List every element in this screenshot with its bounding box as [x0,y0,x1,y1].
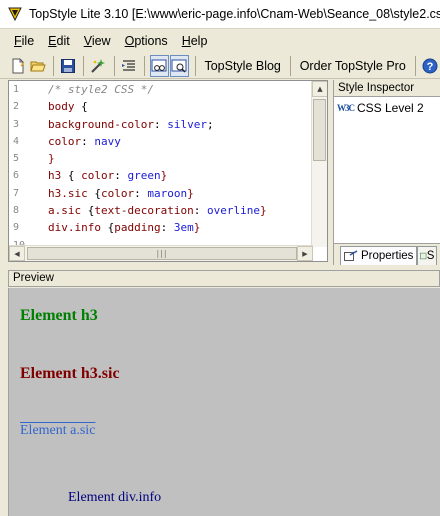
menu-options-rest: ptions [134,34,168,48]
inspector-tabs: Properties S [334,243,440,265]
line-number: 7 [13,187,20,199]
preview-link-asic[interactable]: Element a.sic [20,423,95,439]
split-preview-button[interactable] [169,54,189,77]
menu-help-accel: H [181,34,191,48]
line-number: 1 [13,84,20,95]
toolbar-separator [113,55,115,76]
code-line[interactable]: /* style2 CSS */ [48,81,312,98]
scroll-up-arrow-icon[interactable]: ▲ [312,81,327,97]
toolbar-separator [194,55,196,76]
menu-bar: File Edit View Options Help [0,30,440,52]
w3c-icon: W3C [337,103,355,113]
css-editor[interactable]: 1 2 3 4 5 6 7 8 9 10 /* style2 CSS */ bo… [8,80,328,262]
line-number: 4 [13,135,20,147]
line-number: 9 [13,222,20,234]
indent-button[interactable] [120,55,139,77]
menu-view[interactable]: View [84,34,111,48]
vertical-scroll-thumb[interactable] [313,99,326,161]
line-number: 6 [13,170,20,182]
scroll-right-arrow-icon[interactable]: ▶ [297,246,313,261]
code-line[interactable]: h3.sic {color: maroon} [48,185,312,202]
menu-options-accel: O [124,34,135,48]
help-button[interactable]: ? [421,55,440,77]
tab-properties[interactable]: Properties [340,246,418,265]
menu-edit-rest: dit [56,34,70,48]
window-title: TopStyle Lite 3.10 [E:\www\eric-page.inf… [29,7,440,21]
new-file-icon [12,58,24,73]
open-folder-button[interactable] [29,55,48,77]
style-inspector-panel: Style Inspector W3C CSS Level 2 Properti… [333,80,440,265]
toolbar-separator [83,55,85,76]
magic-wand-icon [91,58,106,73]
toolbar-separator [53,55,54,76]
code-line[interactable]: h3 { color: green} [48,167,312,184]
toolbar-separator [144,55,145,76]
tab-second[interactable]: S [417,246,438,265]
menu-help-rest: elp [190,34,208,48]
preview-h3: Element h3 [20,307,98,324]
editor-vertical-scrollbar[interactable]: ▲ [311,81,327,247]
save-icon [61,58,76,73]
menu-edit[interactable]: Edit [48,34,70,48]
split-preview-icon [171,59,187,73]
scroll-left-arrow-icon[interactable]: ◀ [9,246,25,261]
new-file-button[interactable] [9,55,28,77]
code-line[interactable]: body { [48,98,312,115]
line-number-gutter: 1 2 3 4 5 6 7 8 9 10 [9,81,45,251]
line-number: 3 [13,118,20,130]
preview-pane: Element h3 Element h3.sic Element a.sic … [8,288,440,516]
line-number: 2 [13,101,20,113]
style-wizard-button[interactable] [89,55,108,77]
line-number: 8 [13,205,20,217]
menu-file-rest: ile [21,34,35,48]
menu-edit-accel: E [48,34,57,48]
menu-file-accel: F [14,34,22,48]
line-number: 5 [13,153,20,165]
code-line[interactable]: background-color: silver; [48,116,312,133]
css-level-label: CSS Level 2 [357,101,424,115]
code-line[interactable]: color: navy [48,133,312,150]
preview-h3-sic: Element h3.sic [20,365,120,382]
css-level-selector[interactable]: W3C CSS Level 2 [334,97,440,119]
menu-options[interactable]: Options [125,34,168,48]
horizontal-scroll-thumb[interactable]: ||| [27,247,297,260]
code-line[interactable]: div.info {padding: 3em} [48,219,312,236]
editor-horizontal-scrollbar[interactable]: ◀ ||| ▶ [9,245,313,261]
preview-glasses-icon [151,59,167,71]
code-line[interactable]: a.sic {text-decoration: overline} [48,202,312,219]
menu-view-accel: V [83,34,92,48]
tab-properties-label: Properties [361,250,414,262]
preview-label: Preview [8,270,440,287]
code-line[interactable]: } [48,150,312,167]
open-folder-icon [30,61,46,71]
topstyle-app-icon[interactable] [7,6,23,22]
toolbar-separator [414,55,416,76]
tab-second-label: S [426,250,435,262]
help-icon: ? [422,58,438,73]
save-button[interactable] [59,55,78,77]
menu-help[interactable]: Help [182,34,208,48]
preview-div-info: Element div.info [68,490,162,505]
title-bar: TopStyle Lite 3.10 [E:\www\eric-page.inf… [0,0,440,29]
menu-file[interactable]: File [14,34,34,48]
topstyle-blog-button[interactable]: TopStyle Blog [200,59,284,73]
order-topstyle-pro-button[interactable]: Order TopStyle Pro [296,59,410,73]
grip-icon: ||| [156,249,168,258]
menu-view-rest: iew [91,34,111,48]
code-area[interactable]: /* style2 CSS */ body { background-color… [48,81,312,247]
svg-text:?: ? [426,61,433,73]
preview-button[interactable] [149,54,169,77]
style-inspector-title: Style Inspector [334,80,440,97]
toolbar: TopStyle Blog Order TopStyle Pro ? [0,53,440,79]
indent-icon [121,59,135,71]
properties-icon [344,250,358,261]
toolbar-separator [289,55,291,76]
